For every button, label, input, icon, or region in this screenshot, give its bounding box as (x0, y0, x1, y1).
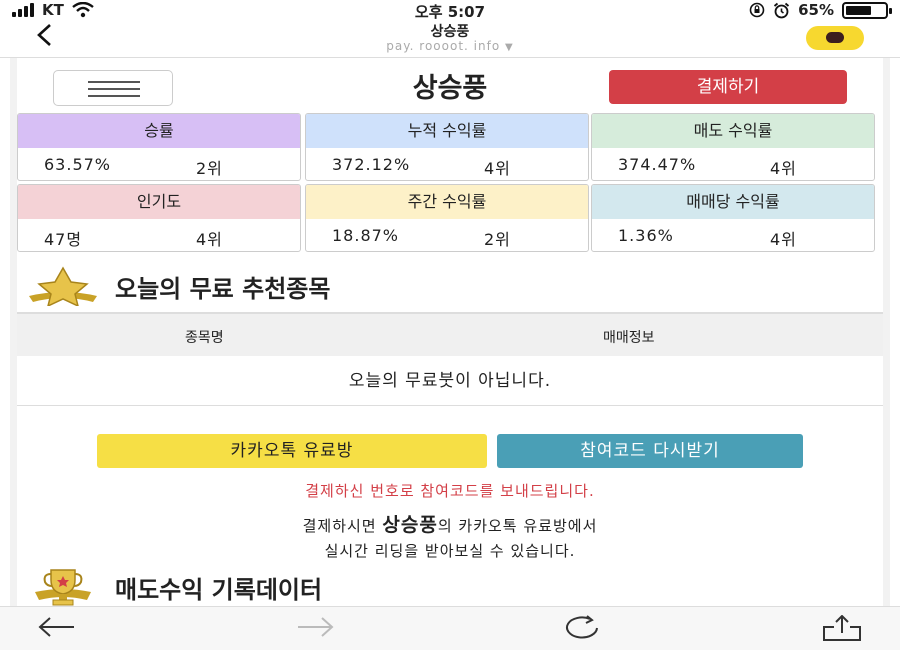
column-header-info: 매매정보 (603, 330, 655, 346)
browser-toolbar (0, 606, 900, 650)
stat-value: 1.36% (618, 226, 674, 245)
browser-forward-button[interactable] (296, 615, 336, 644)
resend-code-button[interactable]: 참여코드 다시받기 (497, 434, 803, 468)
stat-value: 374.47% (618, 155, 697, 174)
alarm-icon (774, 2, 790, 18)
table-header: 종목명 매매정보 (17, 312, 883, 356)
browser-share-button[interactable] (820, 614, 864, 646)
gold-star-badge-icon (29, 266, 97, 306)
description-line-1: 결제하시면 상승풍의 카카오톡 유료방에서 (17, 513, 883, 539)
caret-down-icon: ▼ (505, 42, 514, 53)
stat-label: 매매당 수익률 (592, 185, 874, 219)
column-header-name: 종목명 (185, 330, 224, 346)
stat-card-cumulative-return: 누적 수익률 372.12% 4위 (305, 113, 589, 181)
stat-card-per-trade-return: 매매당 수익률 1.36% 4위 (591, 184, 875, 252)
stat-label: 승률 (18, 114, 300, 148)
stat-rank: 2위 (484, 230, 511, 249)
share-icon (823, 614, 861, 641)
pay-button[interactable]: 결제하기 (609, 70, 847, 104)
description-line-2: 실시간 리딩을 받아보실 수 있습니다. (324, 542, 576, 560)
rotation-lock-icon (749, 2, 765, 18)
status-right: 65% (749, 1, 892, 19)
stat-label: 주간 수익률 (306, 185, 588, 219)
nav-bar: 상승풍 pay. roooot. info ▼ (0, 20, 900, 58)
stat-rank: 4위 (484, 159, 511, 178)
stat-card-sell-return: 매도 수익률 374.47% 4위 (591, 113, 875, 181)
stat-card-win-rate: 승률 63.57% 2위 (17, 113, 301, 181)
stat-rank: 2위 (196, 159, 223, 178)
chat-bubble-icon (826, 32, 844, 43)
section-title-text: 매도수익 기록데이터 (115, 575, 323, 604)
section-title-recommend: 오늘의 무료 추천종목 (25, 266, 330, 306)
stat-rank: 4위 (770, 230, 797, 249)
arrow-left-icon (38, 617, 74, 637)
table-empty-message: 오늘의 무료붓이 아닙니다. (17, 356, 883, 406)
desc-pre: 결제하시면 (302, 517, 383, 535)
stat-value: 372.12% (332, 155, 411, 174)
stat-label: 인기도 (18, 185, 300, 219)
gold-trophy-icon (35, 569, 91, 606)
stat-value: 63.57% (44, 155, 112, 174)
refresh-icon (566, 615, 598, 639)
recommend-table: 종목명 매매정보 오늘의 무료붓이 아닙니다. (17, 312, 883, 406)
page-content: 상승풍 결제하기 승률 63.57% 2위 누적 수익률 372.12% 4위 매도… (17, 58, 883, 606)
stat-label: 누적 수익률 (306, 114, 588, 148)
browser-back-button[interactable] (36, 615, 76, 644)
stat-rank: 4위 (770, 159, 797, 178)
stat-card-weekly-return: 주간 수익률 18.87% 2위 (305, 184, 589, 252)
battery-icon (842, 1, 892, 19)
stat-label: 매도 수익률 (592, 114, 874, 148)
section-title-records: 매도수익 기록데이터 (25, 568, 322, 606)
nav-url[interactable]: pay. roooot. info ▼ (0, 39, 900, 53)
nav-title: 상승풍 (430, 24, 470, 40)
arrow-right-icon (298, 617, 334, 637)
stat-value: 18.87% (332, 226, 400, 245)
browser-refresh-button[interactable] (560, 615, 604, 646)
nav-url-text: pay. roooot. info (386, 39, 501, 53)
stat-value: 47명 (44, 230, 83, 249)
notice-text: 결제하신 번호로 참여코드를 보내드립니다. (305, 482, 595, 500)
description: 결제하시면 상승풍의 카카오톡 유료방에서 실시간 리딩을 받아보실 수 있습니… (17, 513, 883, 564)
kakao-talk-button[interactable] (806, 26, 864, 50)
desc-name: 상승풍 (382, 514, 438, 536)
section-title-text: 오늘의 무료 추천종목 (115, 274, 331, 303)
stat-card-popularity: 인기도 47명 4위 (17, 184, 301, 252)
stat-rank: 4위 (196, 230, 223, 249)
status-bar: KT 오후 5:07 65% (0, 0, 900, 21)
battery-percent: 65% (798, 1, 834, 19)
content-frame: 상승풍 결제하기 승률 63.57% 2위 누적 수익률 372.12% 4위 매도… (10, 58, 890, 606)
kakao-paid-room-button[interactable]: 카카오톡 유료방 (97, 434, 487, 468)
desc-post: 의 카카오톡 유료방에서 (437, 517, 598, 535)
